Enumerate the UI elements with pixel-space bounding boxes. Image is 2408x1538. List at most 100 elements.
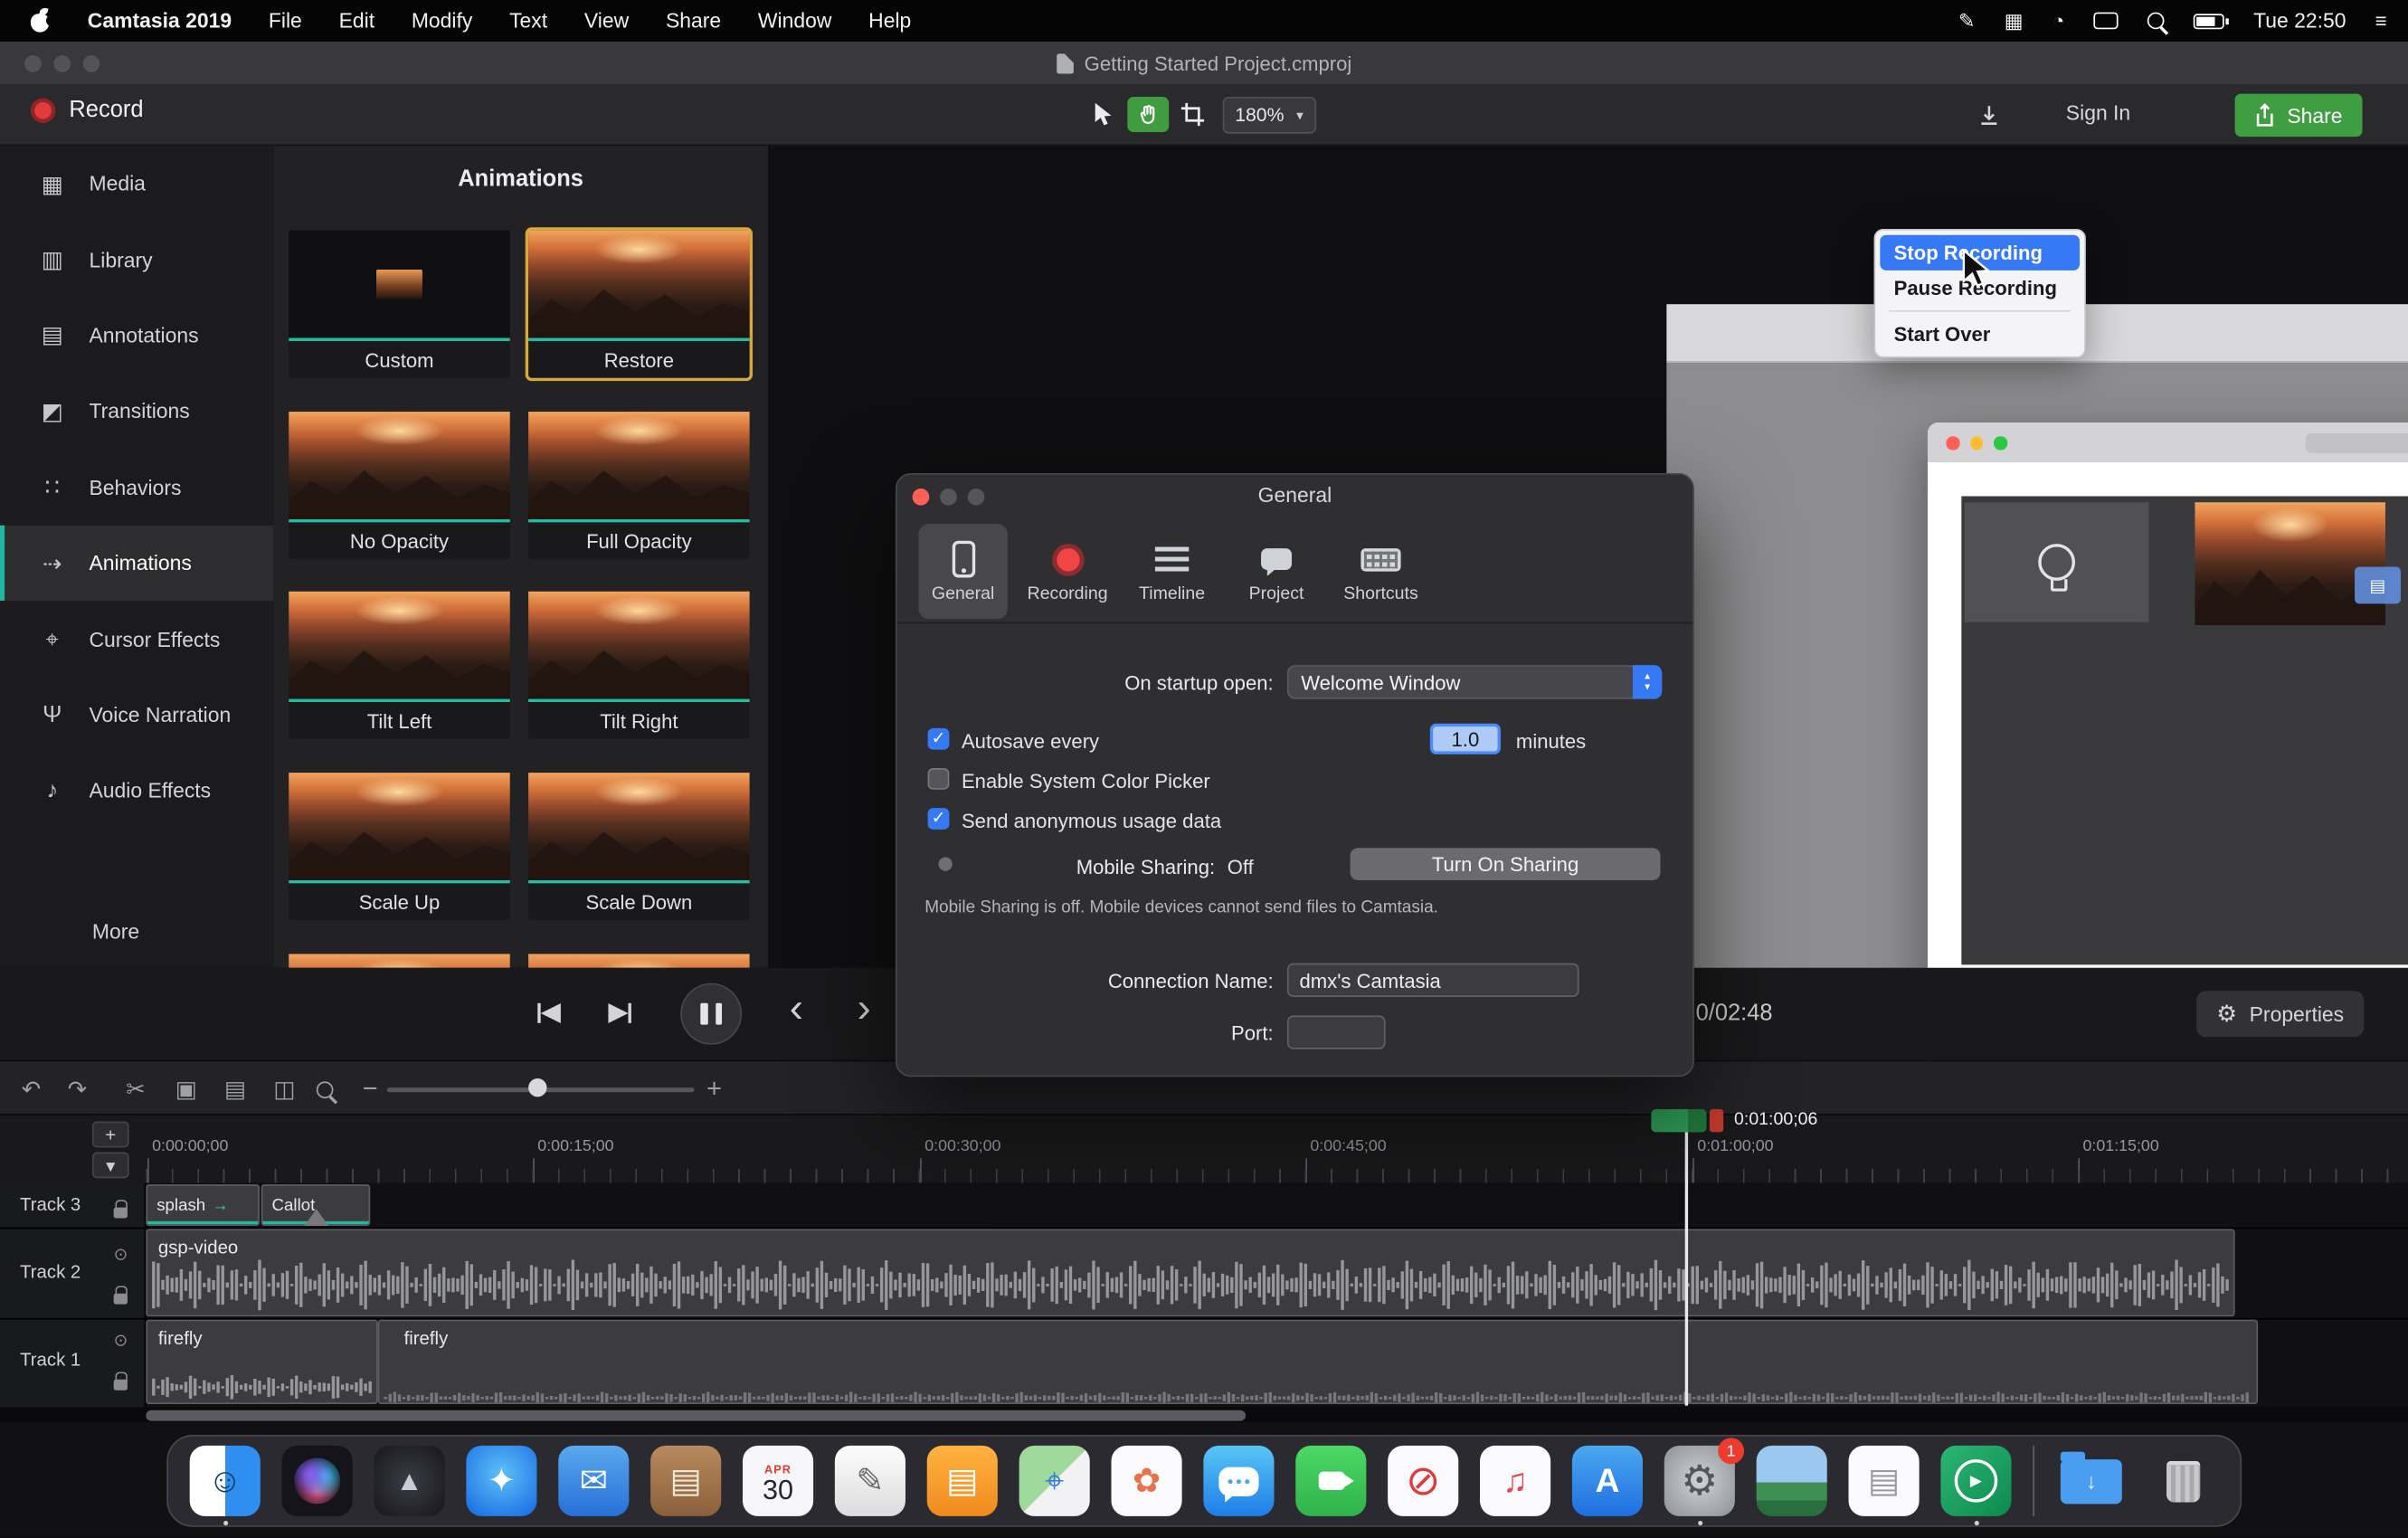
brush-icon[interactable]: ✎ [1958,8,1976,33]
usage-data-checkbox[interactable]: ✓ [928,808,950,830]
close-icon[interactable] [24,54,42,71]
minimize-icon[interactable] [940,489,957,506]
minimize-icon[interactable] [53,54,71,71]
menu-modify[interactable]: Modify [412,9,473,32]
arrow-tool-button[interactable] [1083,97,1124,132]
menu-window[interactable]: Window [758,9,832,32]
animation-card-partial[interactable] [289,954,510,967]
dock-app-store-icon[interactable]: A [1572,1446,1643,1516]
menu-view[interactable]: View [584,9,629,32]
next-frame-button[interactable]: ▶ [608,997,631,1028]
crop-tool-button[interactable] [1172,97,1214,132]
tab-shortcuts[interactable]: Shortcuts [1336,524,1425,619]
track-2-eye-icon[interactable]: ⊙ [114,1244,128,1264]
zoom-out-button[interactable]: − [363,1061,378,1116]
port-field[interactable] [1287,1015,1386,1049]
dock-launchpad-icon[interactable]: ▲ [374,1446,444,1516]
animation-card-scale-up[interactable]: Scale Up [289,773,510,920]
animation-card-tilt-right[interactable]: Tilt Right [528,592,750,739]
zoom-in-button[interactable]: + [706,1061,722,1116]
dock-system-preferences-icon[interactable]: ⚙1 [1664,1446,1735,1516]
sidebar-item-cursor-effects[interactable]: ⌖Cursor Effects [0,602,273,678]
tab-general[interactable]: General [918,524,1007,619]
dock-safari-icon[interactable]: ✦ [466,1446,536,1516]
split-button[interactable]: ◫ [273,1061,295,1116]
previous-frame-button[interactable]: ◀ [537,997,561,1028]
clip-splash[interactable]: splash→ [146,1184,260,1226]
undo-button[interactable]: ↶ [22,1061,41,1116]
track-1-lock-icon[interactable] [114,1380,128,1391]
battery-icon[interactable] [2194,13,2224,28]
zoom-slider-knob[interactable] [528,1078,546,1097]
app-menu-title[interactable]: Camtasia 2019 [88,9,232,32]
notification-center-icon[interactable]: ≡ [2375,9,2387,32]
close-icon[interactable] [913,489,930,506]
cut-button[interactable]: ✂ [126,1061,145,1116]
sidebar-item-animations[interactable]: ⇢Animations [0,526,273,602]
collapse-tracks-button[interactable]: ▾ [92,1153,129,1179]
track-1-eye-icon[interactable]: ⊙ [114,1330,128,1350]
record-button[interactable]: Record [31,97,144,123]
menubar-clock[interactable]: Tue 22:50 [2253,9,2346,32]
tab-recording[interactable]: Recording [1023,524,1112,619]
tab-timeline[interactable]: Timeline [1127,524,1216,619]
autosave-minutes-field[interactable]: 1.0 [1430,724,1501,755]
autosave-checkbox[interactable]: ✓ [928,728,950,750]
dock-camtasia-icon[interactable]: ▶ [1940,1446,2011,1516]
dock-messages-icon[interactable] [1203,1446,1274,1516]
clip-firefly-1[interactable]: firefly [146,1320,377,1404]
animation-card-scale-down[interactable]: Scale Down [528,773,750,920]
sidebar-item-behaviors[interactable]: ∷Behaviors [0,450,273,526]
sidebar-item-transitions[interactable]: ◩Transitions [0,374,273,450]
clip-firefly-2[interactable]: firefly [378,1320,2258,1404]
copy-button[interactable]: ▣ [175,1061,197,1116]
animation-card-no-opacity[interactable]: No Opacity [289,412,510,559]
tab-project[interactable]: Project [1232,524,1321,619]
grid-icon[interactable]: ▦ [2005,8,2024,33]
dock-mail-icon[interactable]: ✉ [558,1446,629,1516]
animation-card-custom[interactable]: Custom [289,231,510,378]
window-traffic-lights[interactable] [24,54,100,71]
menu-file[interactable]: File [269,9,302,32]
playhead-line[interactable] [1685,1132,1688,1405]
animation-card-tilt-left[interactable]: Tilt Left [289,592,510,739]
apple-menu-icon[interactable] [31,8,51,33]
menu-text[interactable]: Text [509,9,547,32]
dock-finder-icon[interactable]: ☺ [190,1446,261,1516]
turn-on-sharing-button[interactable]: Turn On Sharing [1351,848,1661,880]
color-picker-checkbox[interactable] [928,768,950,790]
dock-downloads-icon[interactable]: ↓ [2056,1446,2127,1516]
animation-card-restore[interactable]: Restore [528,231,750,378]
share-button[interactable]: Share [2235,94,2363,138]
menu-share[interactable]: Share [666,9,721,32]
sidebar-more-button[interactable]: More [92,920,139,943]
sign-in-button[interactable]: Sign In [2066,101,2130,124]
dock-news-icon[interactable]: ⊘ [1388,1446,1458,1516]
menu-help[interactable]: Help [868,9,911,32]
dock-preview-icon[interactable] [1757,1446,1827,1516]
clip-gsp-video[interactable]: gsp-video [146,1229,2234,1316]
pan-tool-button[interactable] [1127,97,1169,132]
startup-open-dropdown[interactable]: Welcome Window ▴▾ [1287,665,1662,698]
dock-facetime-icon[interactable] [1295,1446,1366,1516]
zoom-icon[interactable] [968,489,985,506]
dock-trash-icon[interactable] [2148,1446,2219,1516]
sidebar-item-audio-effects[interactable]: ♪Audio Effects [0,753,273,829]
animation-card-partial[interactable] [528,954,750,967]
time-machine-icon[interactable]: ◔ [2052,9,2064,32]
redo-button[interactable]: ↷ [68,1061,87,1116]
dock-textedit-icon[interactable]: ✎ [835,1446,905,1516]
add-track-button[interactable]: + [92,1122,129,1148]
zoom-icon[interactable] [83,54,100,71]
dock-siri-icon[interactable] [282,1446,353,1516]
menu-item-start-over[interactable]: Start Over [1880,317,2080,352]
playhead-handle[interactable] [1651,1109,1706,1132]
scrollbar-thumb[interactable] [146,1410,1246,1420]
paste-button[interactable]: ▤ [224,1061,246,1116]
track-2-lock-icon[interactable] [114,1294,128,1305]
export-button[interactable] [1969,99,2009,134]
recording-end-marker[interactable] [1710,1109,1723,1132]
sidebar-item-annotations[interactable]: ▤Annotations [0,298,273,374]
properties-button[interactable]: ⚙ Properties [2196,991,2364,1037]
sidebar-item-voice-narration[interactable]: ΨVoice Narration [0,677,273,753]
